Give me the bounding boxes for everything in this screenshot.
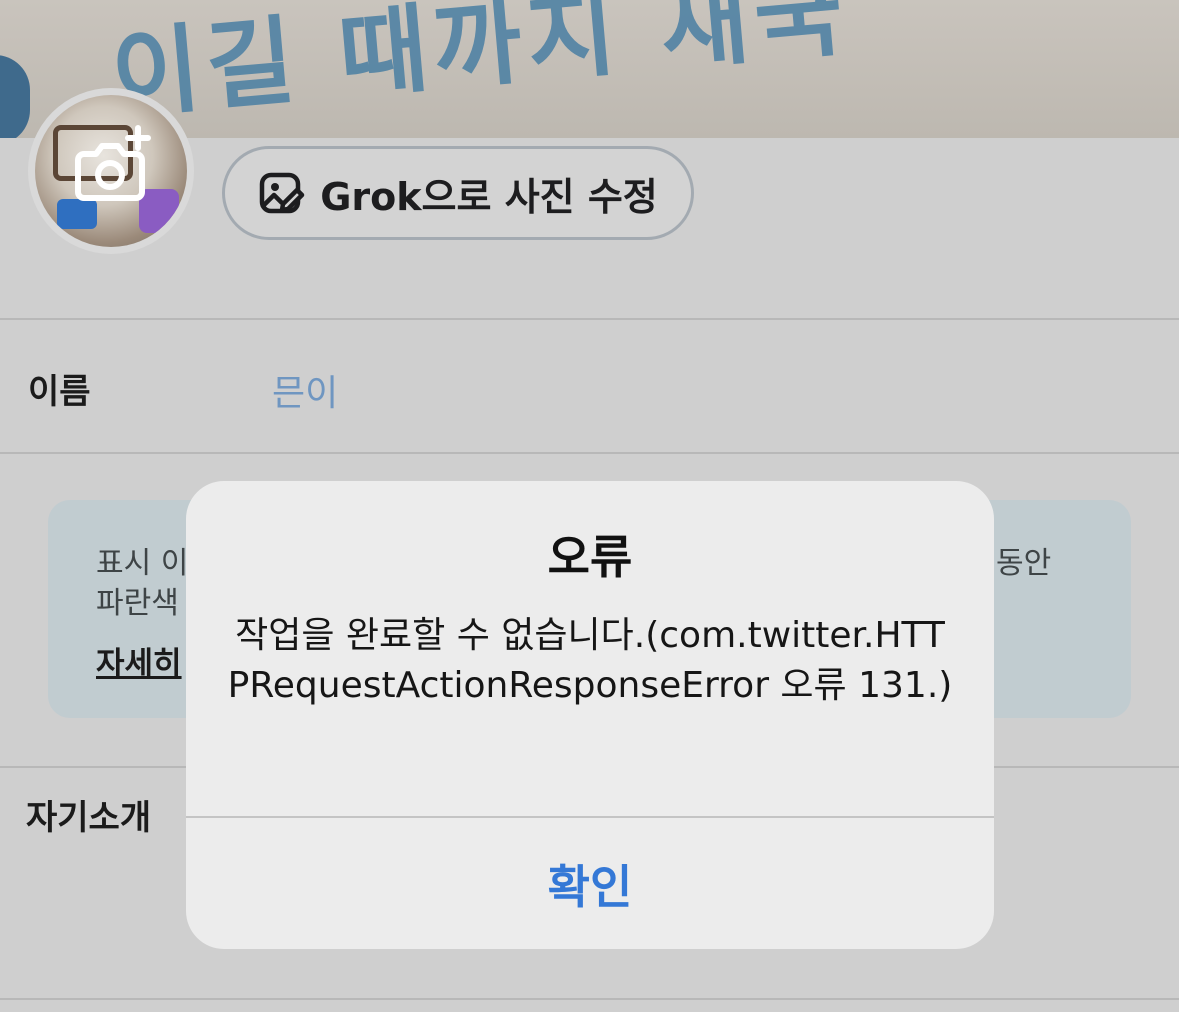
alert-confirm-button[interactable]: 확인 <box>186 818 994 949</box>
edit-profile-screen: 이길 때까지 재국 Grok으로 사진 수정 이름 믄이 표시 이 동안 파란색… <box>0 0 1179 1012</box>
bio-label: 자기소개 <box>26 798 152 838</box>
name-label: 이름 <box>28 372 91 412</box>
error-alert-dialog: 오류 작업을 완료할 수 없습니다.(com.twitter.HTTPReque… <box>186 481 994 949</box>
learn-more-link[interactable]: 자세히 <box>96 638 182 683</box>
alert-title: 오류 <box>547 530 633 584</box>
profile-header-banner[interactable]: 이길 때까지 재국 <box>0 0 1179 138</box>
image-edit-icon <box>259 172 305 214</box>
banner-image-text: 이길 때까지 재국 <box>107 0 854 132</box>
info-text-line1-end: 동안 <box>996 546 1052 581</box>
camera-plus-icon[interactable] <box>70 124 156 210</box>
divider <box>0 452 1179 454</box>
divider <box>0 998 1179 1000</box>
name-field[interactable]: 믄이 <box>272 364 338 416</box>
grok-edit-photo-button[interactable]: Grok으로 사진 수정 <box>222 146 694 240</box>
info-text-line1-start: 표시 이 <box>96 546 189 581</box>
grok-edit-photo-label: Grok으로 사진 수정 <box>320 174 658 219</box>
alert-message: 작업을 완료할 수 없습니다.(com.twitter.HTTPRequestA… <box>227 615 953 706</box>
divider <box>0 318 1179 320</box>
banner-decoration <box>0 55 30 138</box>
info-text-line2-start: 파란색 <box>96 586 179 621</box>
